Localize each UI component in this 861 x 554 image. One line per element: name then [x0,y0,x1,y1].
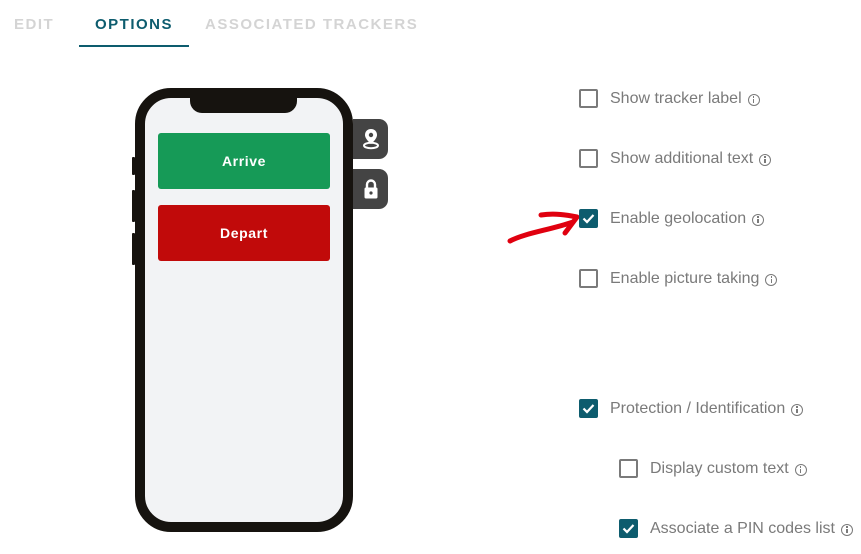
enable-picture-taking-label[interactable]: Enable picture taking [610,270,759,288]
checkmark-icon [582,404,595,414]
phone-side-button [132,233,135,265]
show-tracker-label-checkbox[interactable] [579,89,598,108]
tab-options[interactable]: OPTIONS [95,16,173,33]
info-icon[interactable] [765,273,778,286]
enable-picture-taking-checkbox[interactable] [579,269,598,288]
info-icon[interactable] [747,93,760,106]
arrive-button[interactable]: Arrive [158,133,330,189]
option-protection-identification[interactable]: Protection / Identification [579,399,804,418]
option-enable-geolocation[interactable]: Enable geolocation [579,209,765,228]
info-icon[interactable] [840,523,853,536]
lock-icon [364,179,377,199]
show-tracker-label-label[interactable]: Show tracker label [610,90,742,108]
display-custom-text-label[interactable]: Display custom text [650,460,789,478]
option-display-custom-text[interactable]: Display custom text [619,459,807,478]
location-pin-icon [362,129,379,150]
tab-associated-trackers[interactable]: ASSOCIATED TRACKERS [205,16,418,33]
associate-pin-codes-list-checkbox[interactable] [619,519,638,538]
enable-geolocation-label[interactable]: Enable geolocation [610,210,746,228]
option-associate-pin-codes-list[interactable]: Associate a PIN codes list [619,519,853,538]
active-tab-indicator [79,45,189,47]
show-additional-text-checkbox[interactable] [579,149,598,168]
protection-identification-checkbox[interactable] [579,399,598,418]
associate-pin-codes-list-label[interactable]: Associate a PIN codes list [650,520,835,538]
geolocation-button[interactable] [353,119,388,159]
option-show-additional-text[interactable]: Show additional text [579,149,772,168]
lock-button[interactable] [353,169,388,209]
checkmark-icon [582,214,595,224]
info-icon[interactable] [752,213,765,226]
info-icon[interactable] [791,403,804,416]
red-arrow-annotation [507,211,580,244]
depart-button[interactable]: Depart [158,205,330,261]
protection-identification-label[interactable]: Protection / Identification [610,400,785,418]
option-show-tracker-label[interactable]: Show tracker label [579,89,760,108]
phone-side-button [132,157,135,175]
option-enable-picture-taking[interactable]: Enable picture taking [579,269,778,288]
tab-bar: EDIT OPTIONS ASSOCIATED TRACKERS [0,0,861,48]
display-custom-text-checkbox[interactable] [619,459,638,478]
phone-preview: Arrive Depart [132,88,353,532]
enable-geolocation-checkbox[interactable] [579,209,598,228]
phone-side-button [132,190,135,222]
phone-notch [190,96,297,113]
info-icon[interactable] [794,463,807,476]
tab-edit[interactable]: EDIT [14,16,54,33]
checkmark-icon [622,524,635,534]
show-additional-text-label[interactable]: Show additional text [610,150,753,168]
info-icon[interactable] [759,153,772,166]
